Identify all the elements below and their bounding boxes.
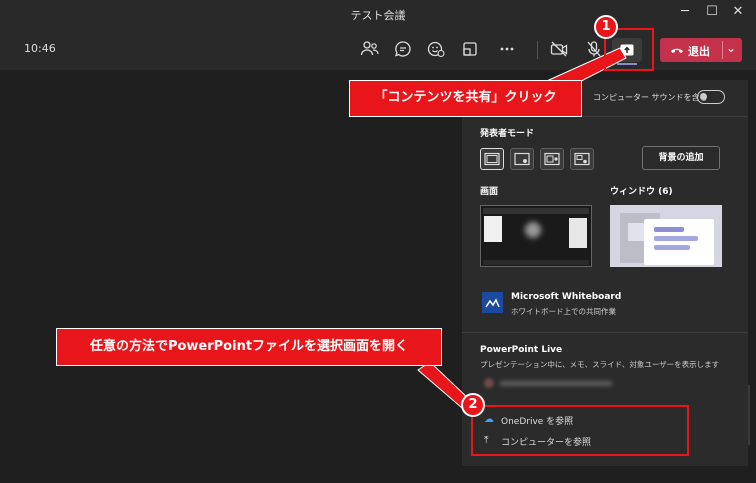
callout-share-content: 「コンテンツを共有」クリック	[349, 80, 582, 117]
step-badge-1: 1	[594, 15, 618, 39]
callout-open-powerpoint: 任意の方法でPowerPointファイルを選択画面を開く	[56, 328, 442, 366]
browse-highlight-box	[471, 405, 689, 456]
step-badge-2: 2	[461, 393, 485, 417]
